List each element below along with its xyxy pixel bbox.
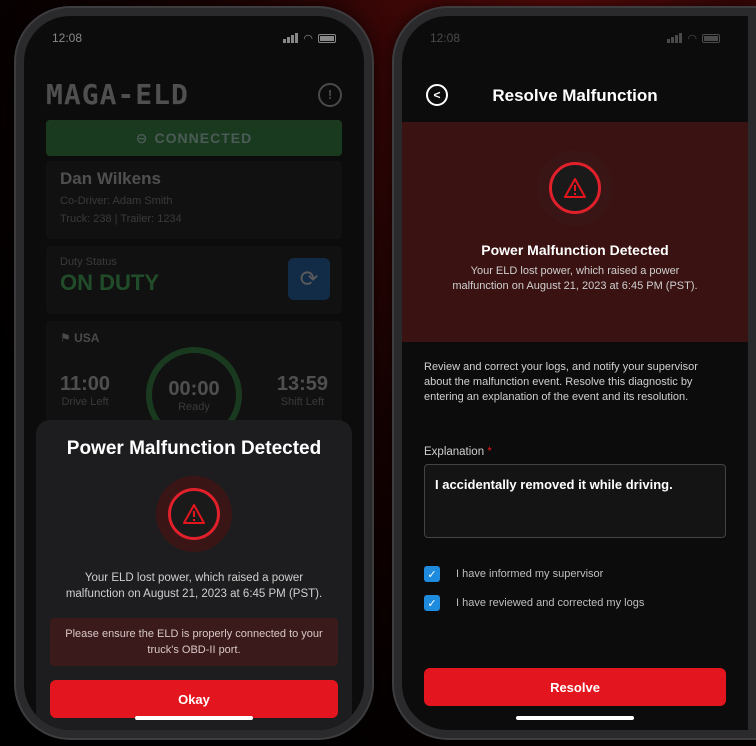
- brand-logo: MAGA-ELD: [46, 78, 189, 111]
- modal-note: Please ensure the ELD is properly connec…: [50, 618, 338, 666]
- header: < Resolve Malfunction: [402, 76, 748, 116]
- resolve-wrap: Resolve: [424, 668, 726, 706]
- instructions: Review and correct your logs, and notify…: [424, 361, 698, 403]
- status-time: 12:08: [430, 31, 461, 45]
- connection-status: CONNECTED: [154, 130, 253, 146]
- status-time: 12:08: [52, 31, 83, 45]
- page-title: Resolve Malfunction: [492, 86, 658, 105]
- battery-icon: [318, 33, 336, 43]
- modal-message: Your ELD lost power, which raised a powe…: [65, 572, 323, 600]
- ring-label: Ready: [178, 400, 210, 413]
- checkbox-checked-icon[interactable]: ✓: [424, 595, 440, 611]
- driver-card[interactable]: Dan Wilkens Co-Driver: Adam Smith Truck:…: [46, 161, 342, 239]
- warning-triangle-icon: [549, 162, 601, 214]
- home-indicator[interactable]: [516, 716, 634, 720]
- drive-left-value: 11:00: [60, 373, 111, 395]
- wifi-icon: ◠: [687, 32, 697, 45]
- wifi-icon: ◠: [303, 32, 313, 45]
- battery-icon: [702, 33, 720, 43]
- explanation-field[interactable]: I accidentally removed it while driving.: [424, 464, 726, 538]
- vehicle-info: Truck: 238 | Trailer: 1234: [60, 213, 182, 225]
- clock-country: ⚑ USA: [60, 331, 328, 345]
- checkbox-informed-supervisor[interactable]: ✓ I have informed my supervisor: [424, 566, 603, 582]
- malfunction-modal: Power Malfunction Detected Your ELD lost…: [36, 420, 352, 730]
- duty-status-card: Duty Status ON DUTY ⟳: [46, 246, 342, 314]
- banner-title: Power Malfunction Detected: [481, 242, 669, 258]
- status-bar: 12:08 ◠: [402, 16, 748, 60]
- checkbox-label: I have reviewed and corrected my logs: [456, 597, 645, 609]
- explanation-label-text: Explanation: [424, 446, 485, 458]
- checkbox-reviewed-logs[interactable]: ✓ I have reviewed and corrected my logs: [424, 595, 644, 611]
- drive-left: 11:00 Drive Left: [60, 373, 110, 408]
- status-icons: ◠: [667, 32, 720, 45]
- warning-badge: [537, 150, 613, 226]
- required-marker: *: [487, 446, 492, 458]
- info-icon[interactable]: !: [318, 82, 342, 107]
- warning-badge: [156, 476, 232, 552]
- phone-right: 12:08 ◠ < Resolve Malfunction Power Malf…: [394, 8, 756, 738]
- us-flag-icon: ⚑: [60, 331, 75, 345]
- status-icons: ◠: [283, 32, 336, 45]
- banner-message: Your ELD lost power, which raised a powe…: [452, 265, 698, 292]
- phone-left: 12:08 ◠ MAGA-ELD ! ⊖ CONNECTED Dan Wilke…: [16, 8, 372, 738]
- resolve-button[interactable]: Resolve: [424, 668, 726, 706]
- ring-value: 00:00: [168, 377, 220, 400]
- warning-triangle-icon: [168, 488, 220, 540]
- back-arrow-icon[interactable]: <: [426, 84, 448, 106]
- co-driver: Co-Driver: Adam Smith: [60, 195, 173, 207]
- left-screen: 12:08 ◠ MAGA-ELD ! ⊖ CONNECTED Dan Wilke…: [24, 16, 364, 730]
- checkbox-checked-icon[interactable]: ✓: [424, 566, 440, 582]
- status-bar: 12:08 ◠: [24, 16, 364, 60]
- signal-icon: [283, 33, 299, 43]
- modal-title: Power Malfunction Detected: [66, 438, 322, 459]
- shift-left-label: Shift Left: [280, 396, 325, 408]
- sync-icon[interactable]: ⟳: [288, 258, 330, 300]
- country-label: USA: [74, 331, 100, 345]
- home-indicator[interactable]: [135, 716, 253, 720]
- explanation-label: Explanation *: [424, 446, 492, 458]
- right-screen: 12:08 ◠ < Resolve Malfunction Power Malf…: [402, 16, 748, 730]
- malfunction-banner: Power Malfunction Detected Your ELD lost…: [402, 122, 748, 342]
- link-icon: ⊖: [135, 129, 149, 146]
- checkbox-label: I have informed my supervisor: [456, 568, 604, 580]
- driver-name: Dan Wilkens: [60, 169, 161, 188]
- shift-left-value: 13:59: [276, 373, 328, 395]
- shift-left: 13:59 Shift Left: [277, 373, 328, 408]
- connection-status-banner[interactable]: ⊖ CONNECTED: [46, 120, 342, 156]
- okay-button[interactable]: Okay: [50, 680, 338, 718]
- drive-left-label: Drive Left: [61, 396, 109, 408]
- signal-icon: [667, 33, 683, 43]
- brand-row: MAGA-ELD !: [46, 78, 342, 111]
